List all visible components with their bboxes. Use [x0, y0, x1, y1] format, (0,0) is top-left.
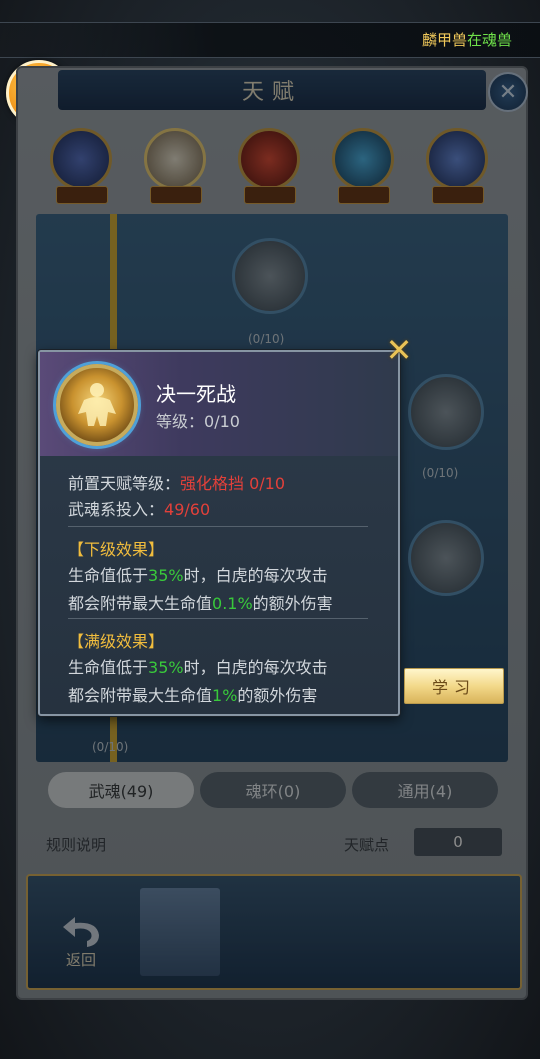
node-progress: (0/10)	[248, 332, 285, 346]
tab-hunhuan[interactable]: 魂环(0)	[200, 772, 346, 808]
prereq-row: 前置天赋等级：强化格挡 0/10	[68, 470, 285, 494]
soul-tag	[432, 186, 484, 204]
soul-slot[interactable]	[238, 128, 300, 190]
tooltip-close-icon[interactable]: ✕	[383, 334, 415, 366]
soul-tag	[56, 186, 108, 204]
prereq-value: 强化格挡 0/10	[180, 474, 286, 493]
invest-row: 武魂系投入：49/60	[68, 496, 210, 520]
notice-name: 麟甲兽	[421, 31, 467, 49]
soul-slot[interactable]	[144, 128, 206, 190]
panel-close-icon[interactable]: ✕	[488, 72, 528, 112]
talent-node[interactable]	[408, 374, 484, 450]
tooltip-header: 决一死战 等级：0/10	[40, 352, 398, 456]
tab-wuhun[interactable]: 武魂(49)	[48, 772, 194, 808]
effect-text: 都会附带最大生命值	[68, 594, 213, 613]
talent-node[interactable]	[232, 238, 308, 314]
skill-icon	[56, 364, 138, 446]
skill-level: 等级：0/10	[156, 408, 240, 432]
node-progress: (0/10)	[422, 466, 459, 480]
panel-title: 天赋	[58, 70, 486, 110]
back-arrow-icon	[63, 917, 99, 947]
notification-bar: 麟甲兽在魂兽	[0, 22, 540, 58]
bottom-bar: 返回	[26, 874, 522, 990]
effect-text: 时，白虎的每次攻击	[183, 658, 328, 677]
back-button[interactable]: 返回	[46, 894, 116, 970]
effect-value: 35%	[148, 658, 184, 677]
effect-value: 1%	[212, 686, 238, 705]
divider	[68, 618, 368, 619]
character-thumbnail[interactable]	[140, 888, 220, 976]
divider	[68, 526, 368, 527]
warrior-figure-icon	[78, 383, 116, 426]
prereq-label: 前置天赋等级：	[68, 474, 181, 493]
soul-tag	[150, 186, 202, 204]
soul-tag	[244, 186, 296, 204]
notice-text: 麟甲兽在魂兽	[422, 29, 512, 50]
rules-link[interactable]: 规则说明	[46, 834, 106, 855]
effect-text: 时，白虎的每次攻击	[183, 566, 328, 585]
next-effect-line2: 都会附带最大生命值0.1%的额外伤害	[68, 590, 333, 614]
skill-name: 决一死战	[156, 382, 236, 406]
soul-slot[interactable]	[50, 128, 112, 190]
level-value: 0/10	[204, 412, 240, 431]
effect-text: 生命值低于	[68, 566, 149, 585]
soul-selector-row	[48, 128, 508, 208]
node-progress: (0/10)	[92, 740, 129, 754]
talent-points-value: 0	[414, 828, 502, 856]
notice-message: 在魂兽	[466, 31, 512, 49]
next-effect-line1: 生命值低于35%时，白虎的每次攻击	[68, 562, 328, 586]
max-effect-title: 【满级效果】	[68, 632, 165, 651]
effect-text: 的额外伤害	[252, 594, 333, 613]
talent-node[interactable]	[408, 520, 484, 596]
effect-value: 0.1%	[212, 594, 253, 613]
max-effect-line2: 都会附带最大生命值1%的额外伤害	[68, 682, 317, 706]
talent-points-label: 天赋点	[344, 836, 390, 854]
effect-text: 都会附带最大生命值	[68, 686, 213, 705]
soul-tag	[338, 186, 390, 204]
soul-slot[interactable]	[426, 128, 488, 190]
soul-slot[interactable]	[332, 128, 394, 190]
tab-bar: 武魂(49) 魂环(0) 通用(4)	[48, 772, 498, 808]
invest-label: 武魂系投入：	[68, 500, 165, 519]
effect-text: 生命值低于	[68, 658, 149, 677]
tab-general[interactable]: 通用(4)	[352, 772, 498, 808]
invest-value: 49/60	[164, 500, 211, 519]
next-effect-title: 【下级效果】	[68, 540, 165, 559]
learn-button[interactable]: 学习	[404, 668, 504, 704]
back-label: 返回	[65, 951, 96, 969]
effect-text: 的额外伤害	[237, 686, 318, 705]
level-label: 等级：	[156, 412, 205, 431]
effect-value: 35%	[148, 566, 184, 585]
max-effect-line1: 生命值低于35%时，白虎的每次攻击	[68, 654, 328, 678]
skill-tooltip: 决一死战 等级：0/10 前置天赋等级：强化格挡 0/10 武魂系投入：49/6…	[38, 350, 400, 716]
